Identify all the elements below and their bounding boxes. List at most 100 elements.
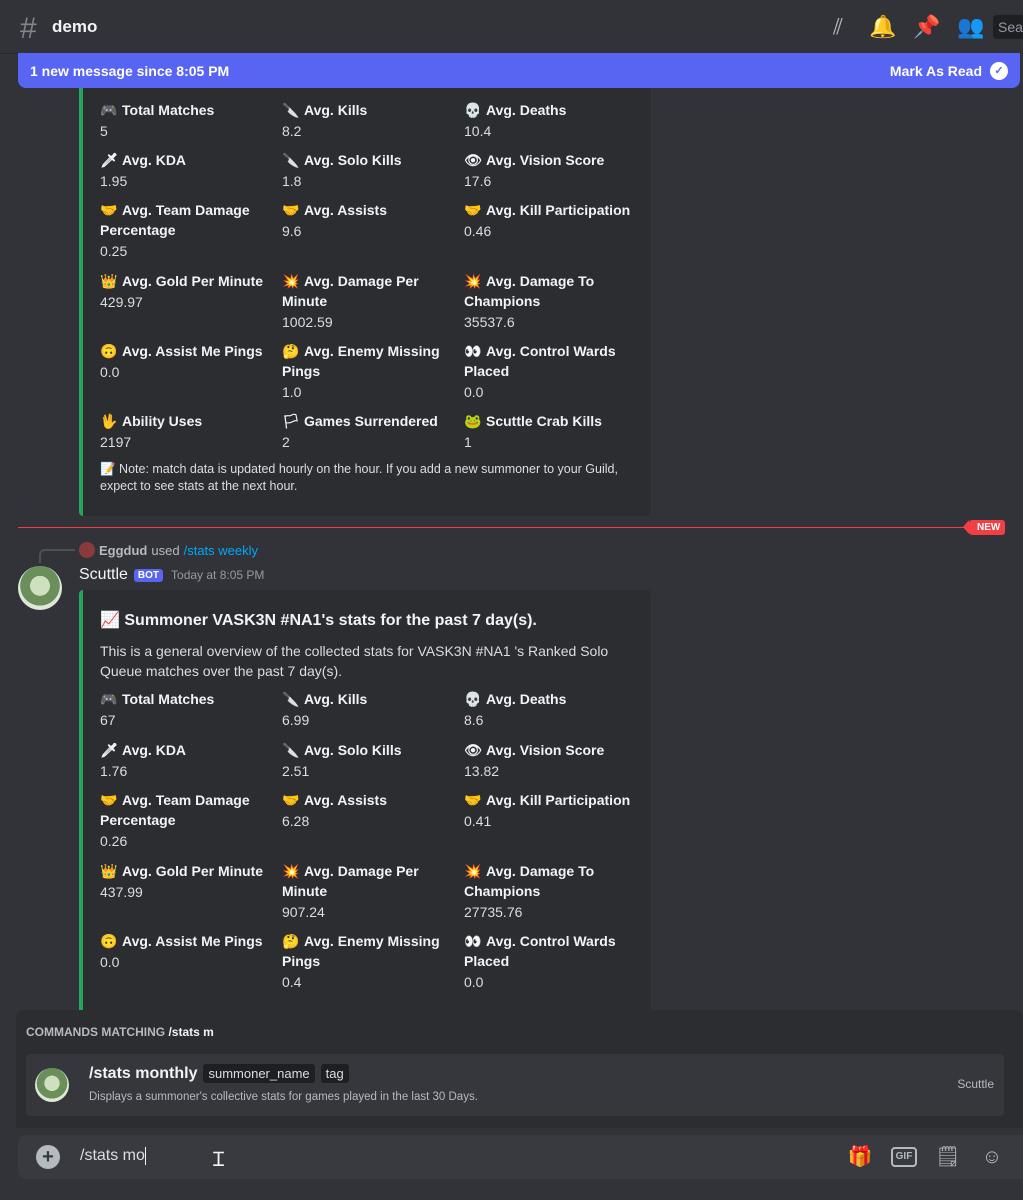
new-messages-bar[interactable]: 1 new message since 8:05 PM Mark As Read… xyxy=(18,53,1020,88)
threads-icon[interactable]: ⫽ xyxy=(825,14,851,40)
member-list-icon[interactable]: 👥 xyxy=(957,14,984,40)
stat-name: 🤔 Avg. Enemy Missing Pings xyxy=(282,343,440,379)
stat-field: 👁 Avg. Vision Score 17.6 xyxy=(464,150,644,192)
stat-name: 💥 Avg. Damage To Champions xyxy=(464,863,595,899)
stat-field: 🔪 Avg. Kills 6.99 xyxy=(282,689,462,731)
stat-field: 👀 Avg. Control Wards Placed 0.0 xyxy=(464,341,644,403)
stat-value: 1.0 xyxy=(282,384,302,400)
stat-value: 429.97 xyxy=(100,294,143,310)
stat-emoji-icon: 🏳 xyxy=(282,413,300,429)
stat-value: 10.4 xyxy=(464,123,492,139)
stat-emoji-icon: 🎮 xyxy=(100,691,118,707)
stat-name: 🤝 Avg. Team Damage Percentage xyxy=(100,792,250,828)
mark-as-read-button[interactable]: Mark As Read ✓ xyxy=(890,61,1008,80)
stats-embed: 📈 Summoner VASK3N #NA1's stats for the p… xyxy=(79,590,651,1030)
stat-name: 💥 Avg. Damage To Champions xyxy=(464,273,595,309)
stat-field: 🔪 Avg. Kills 8.2 xyxy=(282,100,462,142)
stat-emoji-icon: 🔪 xyxy=(282,742,300,758)
author-name[interactable]: Scuttle xyxy=(79,566,128,584)
stat-emoji-icon: 💥 xyxy=(464,863,482,879)
stat-field: 🤝 Avg. Kill Participation 0.46 xyxy=(464,200,644,242)
stat-name: 🐸 Scuttle Crab Kills xyxy=(464,413,602,429)
message-input[interactable]: /stats mo xyxy=(80,1147,146,1165)
stat-emoji-icon: 👀 xyxy=(464,933,482,949)
stat-name: 🎮 Total Matches xyxy=(100,691,215,707)
new-messages-divider xyxy=(18,527,988,528)
stat-emoji-icon: 🗡 xyxy=(100,152,118,168)
stat-emoji-icon: 🤔 xyxy=(282,933,300,949)
stat-value: 8.2 xyxy=(282,123,302,139)
command-name: /stats monthly summoner_name tag xyxy=(89,1064,349,1083)
reply-username[interactable]: Eggdud xyxy=(99,543,147,558)
stat-field: 💥 Avg. Damage Per Minute 1002.59 xyxy=(282,271,462,333)
message-author: Scuttle BOT Today at 8:05 PM xyxy=(79,566,264,584)
gift-icon[interactable]: 🎁 xyxy=(847,1145,873,1169)
bot-avatar[interactable] xyxy=(18,566,62,610)
stat-emoji-icon: 💥 xyxy=(464,273,482,289)
stat-name: 🖖 Ability Uses xyxy=(100,413,203,429)
stat-value: 0.0 xyxy=(464,384,484,400)
reply-used-text: used xyxy=(151,542,180,558)
stat-field: 🔪 Avg. Solo Kills 1.8 xyxy=(282,150,462,192)
stat-value: 5 xyxy=(100,123,108,139)
stat-value: 1.8 xyxy=(282,173,302,189)
stat-field: 🙃 Avg. Assist Me Pings 0.0 xyxy=(100,341,280,383)
stat-value: 17.6 xyxy=(464,173,492,189)
stat-emoji-icon: 💥 xyxy=(282,863,300,879)
stat-name: 👀 Avg. Control Wards Placed xyxy=(464,933,616,969)
new-messages-text: 1 new message since 8:05 PM xyxy=(30,62,230,79)
stat-field: 🤝 Avg. Team Damage Percentage 0.25 xyxy=(100,200,280,262)
stat-emoji-icon: 🤝 xyxy=(464,792,482,808)
stat-field: 💀 Avg. Deaths 10.4 xyxy=(464,100,644,142)
stat-value: 1002.59 xyxy=(282,314,333,330)
stat-field: 👑 Avg. Gold Per Minute 437.99 xyxy=(100,861,280,903)
message-composer[interactable]: + /stats mo Ɪ 🎁 GIF 🗒 ☺ xyxy=(18,1135,1023,1179)
text-caret xyxy=(144,1147,146,1165)
stat-name: 🔪 Avg. Kills xyxy=(282,102,368,118)
command-suggestion[interactable]: /stats monthly summoner_name tag Display… xyxy=(26,1054,1004,1116)
mark-read-icon: ✓ xyxy=(990,61,1008,80)
stat-name: 👁 Avg. Vision Score xyxy=(464,152,605,168)
search-input[interactable]: Sea xyxy=(993,15,1023,39)
emoji-icon[interactable]: ☺ xyxy=(979,1145,1005,1169)
new-badge: NEW xyxy=(962,520,1006,535)
stat-name: 🎮 Total Matches xyxy=(100,102,215,118)
stat-field: 💀 Avg. Deaths 8.6 xyxy=(464,689,644,731)
reply-command[interactable]: /stats weekly xyxy=(184,543,258,558)
stat-name: 👀 Avg. Control Wards Placed xyxy=(464,343,616,379)
add-attachment-icon[interactable]: + xyxy=(36,1145,60,1169)
stat-emoji-icon: 🔪 xyxy=(282,152,300,168)
notification-bell-icon[interactable]: 🔔 xyxy=(869,14,896,40)
stat-value: 2 xyxy=(282,434,290,450)
stat-name: 🔪 Avg. Solo Kills xyxy=(282,742,402,758)
stat-value: 907.24 xyxy=(282,904,325,920)
embed-title: 📈 Summoner VASK3N #NA1's stats for the p… xyxy=(100,612,537,629)
stat-name: 👁 Avg. Vision Score xyxy=(464,742,605,758)
stat-field: 💥 Avg. Damage To Champions 27735.76 xyxy=(464,861,644,923)
stat-value: 0.0 xyxy=(100,364,120,380)
embed-description: This is a general overview of the collec… xyxy=(100,643,609,679)
stat-emoji-icon: 🤝 xyxy=(100,202,118,218)
stat-field: 🎮 Total Matches 67 xyxy=(100,689,280,731)
stat-emoji-icon: 💀 xyxy=(464,691,482,707)
stat-emoji-icon: 👁 xyxy=(464,742,482,758)
stat-field: 💥 Avg. Damage Per Minute 907.24 xyxy=(282,861,462,923)
stat-field: 🤔 Avg. Enemy Missing Pings 0.4 xyxy=(282,931,462,993)
stat-value: 0.25 xyxy=(100,243,128,259)
avatar[interactable] xyxy=(79,542,95,558)
channel-header: # demo ⫽ 🔔 📌 👥 Sea xyxy=(0,0,1023,54)
sticker-icon[interactable]: 🗒 xyxy=(935,1145,961,1169)
stat-name: 🙃 Avg. Assist Me Pings xyxy=(100,343,263,359)
stat-field: 🤝 Avg. Assists 9.6 xyxy=(282,200,462,242)
stat-value: 0.41 xyxy=(464,813,492,829)
stat-name: 🔪 Avg. Solo Kills xyxy=(282,152,402,168)
stat-emoji-icon: 🤝 xyxy=(464,202,482,218)
stat-emoji-icon: 🤝 xyxy=(282,202,300,218)
stat-name: 🤝 Avg. Assists xyxy=(282,792,387,808)
stat-value: 0.4 xyxy=(282,974,302,990)
stat-emoji-icon: 💀 xyxy=(464,102,482,118)
stat-emoji-icon: 👑 xyxy=(100,273,118,289)
gif-icon[interactable]: GIF xyxy=(891,1147,917,1167)
stat-field: 🤝 Avg. Kill Participation 0.41 xyxy=(464,790,644,832)
pin-icon[interactable]: 📌 xyxy=(913,14,940,40)
